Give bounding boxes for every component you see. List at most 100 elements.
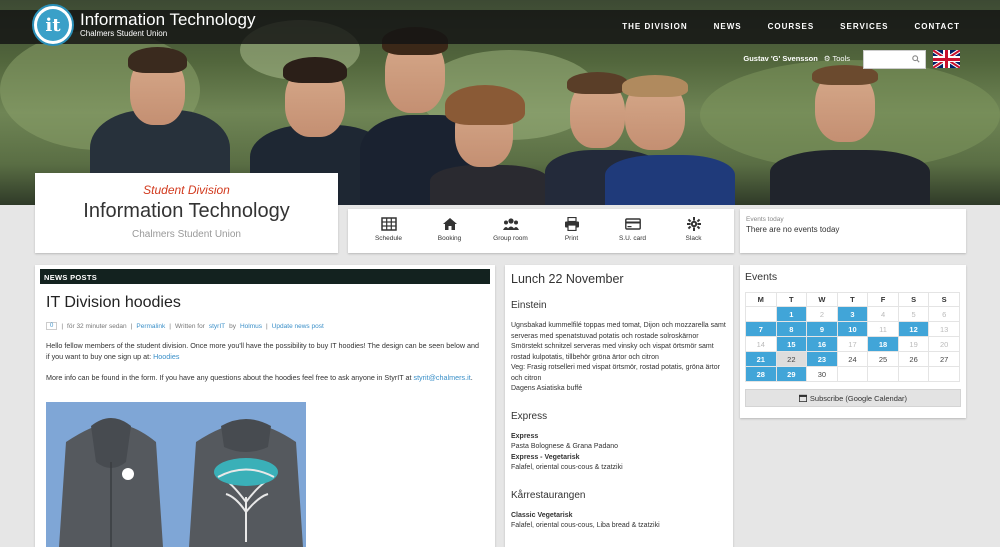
menu-item-heading: Classic Vegetarisk (511, 511, 573, 519)
calendar-empty-cell (897, 366, 930, 382)
menu-item-heading: Express - Vegetarisk (511, 453, 580, 461)
events-today-label: Events today (746, 216, 784, 223)
nav-services[interactable]: SERVICES (840, 22, 888, 31)
quick-link-label: S.U. card (618, 235, 647, 242)
calendar-day: 27 (928, 351, 960, 367)
union-name: Chalmers Student Union (132, 229, 241, 240)
quick-link-booking[interactable]: Booking (421, 209, 479, 253)
slack-icon (686, 217, 701, 231)
calendar-day: 2 (806, 306, 838, 322)
restaurant-name: Einstein (511, 300, 547, 311)
email-link[interactable]: styrit@chalmers.it (413, 373, 470, 382)
restaurant-menu: Express Pasta Bolognese & Grana Padano E… (511, 432, 727, 474)
calendar-empty-cell (745, 306, 777, 322)
calendar-day[interactable]: 15 (775, 336, 808, 352)
quick-link-slack[interactable]: Slack (665, 209, 723, 253)
quick-link-su-card[interactable]: S.U. card (604, 209, 662, 253)
english-flag-icon[interactable] (933, 50, 960, 68)
calendar-day[interactable]: 9 (806, 321, 838, 337)
quick-link-group-room[interactable]: Group room (482, 209, 540, 253)
quick-link-label: Print (564, 235, 579, 242)
news-panel: NEWS POSTS IT Division hoodies 0 | för 3… (35, 265, 495, 547)
calendar-day[interactable]: 21 (745, 351, 777, 367)
menu-item: Falafel, oriental cous-cous & tzatziki (511, 464, 623, 471)
credit-card-icon (624, 218, 641, 230)
menu-item: Ugnsbakad kummelfilé toppas med tomat, D… (511, 322, 726, 340)
lunch-panel: Lunch 22 November Einstein Ugnsbakad kum… (505, 265, 733, 547)
menu-item: Dagens Asiatiska buffé (511, 385, 583, 392)
division-brand-box: Student Division Information Technology … (35, 173, 338, 253)
calendar-day: 17 (836, 336, 869, 352)
weekday-header: T (836, 292, 869, 307)
calendar-day[interactable]: 18 (867, 336, 899, 352)
update-news-post-link[interactable]: Update news post (272, 323, 324, 330)
calendar-day[interactable]: 12 (897, 321, 930, 337)
calendar-day: 5 (897, 306, 930, 322)
calendar-week: 7 8 9 10 11 12 13 (745, 321, 960, 337)
quick-link-label: Group room (493, 235, 528, 242)
comment-count-badge[interactable]: 0 (46, 322, 58, 330)
user-name[interactable]: Gustav 'G' Svensson (743, 54, 817, 63)
menu-item: Veg: Frasig rotselleri med vispat örtsmö… (511, 364, 720, 382)
news-paragraph-1: Hello fellow members of the student divi… (46, 341, 480, 361)
tools-menu[interactable]: ⚙ Tools (824, 54, 850, 63)
restaurant-name: Kårrestaurangen (511, 489, 586, 501)
quick-link-label: Slack (685, 235, 702, 242)
quick-link-label: Schedule (374, 235, 403, 242)
author-group-link[interactable]: styrIT (209, 323, 225, 330)
calendar-day[interactable]: 16 (806, 336, 838, 352)
post-time: för 32 minuter sedan (67, 322, 127, 330)
calendar-day[interactable]: 8 (775, 321, 808, 337)
nav-courses[interactable]: COURSES (768, 22, 815, 31)
calendar-week: 28 29 30 (745, 366, 960, 382)
division-name: Information Technology (83, 200, 290, 222)
calendar-week: 123456 (745, 306, 960, 322)
weekday-header: F (867, 292, 899, 307)
printer-icon (564, 217, 579, 231)
calendar-day[interactable]: 3 (836, 306, 869, 322)
hoodie-image (46, 402, 306, 547)
search-input[interactable] (863, 50, 926, 69)
calendar-day: 25 (867, 351, 899, 367)
weekday-header: T (775, 292, 808, 307)
calendar-day: 6 (928, 306, 960, 322)
nav-contact[interactable]: CONTACT (914, 22, 960, 31)
user-menu: Gustav 'G' Svensson ⚙ Tools (743, 54, 850, 63)
nav-the-division[interactable]: THE DIVISION (622, 22, 687, 31)
menu-item: Falafel, oriental cous-cous, Liba bread … (511, 522, 660, 529)
calendar-day[interactable]: 29 (775, 366, 808, 382)
calendar-grid-icon (380, 217, 397, 231)
news-post-title[interactable]: IT Division hoodies (46, 294, 495, 312)
tools-label: Tools (832, 54, 850, 63)
subscribe-label: Subscribe (Google Calendar) (809, 393, 908, 403)
lunch-title: Lunch 22 November (511, 272, 624, 286)
news-paragraph-2: More info can be found in the form. If y… (46, 373, 473, 382)
calendar-day[interactable]: 1 (775, 306, 808, 322)
permalink-link[interactable]: Permalink (136, 323, 165, 330)
events-calendar-panel: Events MTWTFSS 1 2 3 4 5 6 7 8 9 10 11 12 13 14 15 16 17… (740, 265, 966, 418)
quick-link-schedule[interactable]: Schedule (360, 209, 418, 253)
search-icon[interactable] (912, 55, 920, 65)
subscribe-google-calendar-button[interactable]: Subscribe (Google Calendar) (745, 389, 961, 407)
hoodies-link[interactable]: Hoodies (153, 352, 179, 361)
nav-news[interactable]: NEWS (714, 22, 742, 31)
menu-item: Smörstekt schnitzel serveras med vinsky … (511, 343, 714, 361)
site-subtitle: Chalmers Student Union (80, 29, 168, 38)
home-icon (442, 218, 457, 230)
calendar-day: 14 (745, 336, 777, 352)
by-label: by (229, 322, 236, 330)
quick-link-print[interactable]: Print (543, 209, 601, 253)
written-for-label: Written for (174, 322, 205, 330)
calendar-day[interactable]: 23 (806, 351, 838, 367)
events-title: Events (745, 271, 778, 283)
site-logo[interactable]: it (32, 4, 74, 46)
calendar-day[interactable]: 28 (745, 366, 777, 382)
calendar-day: 26 (897, 351, 930, 367)
author-link[interactable]: Holmus (240, 323, 262, 330)
calendar-day[interactable]: 7 (745, 321, 777, 337)
events-today-text: There are no events today (746, 225, 840, 234)
calendar-day[interactable]: 10 (836, 321, 869, 337)
calendar-day: 24 (836, 351, 869, 367)
site-title[interactable]: Information Technology (80, 11, 255, 29)
main-nav: THE DIVISION NEWS COURSES SERVICES CONTA… (622, 22, 960, 31)
